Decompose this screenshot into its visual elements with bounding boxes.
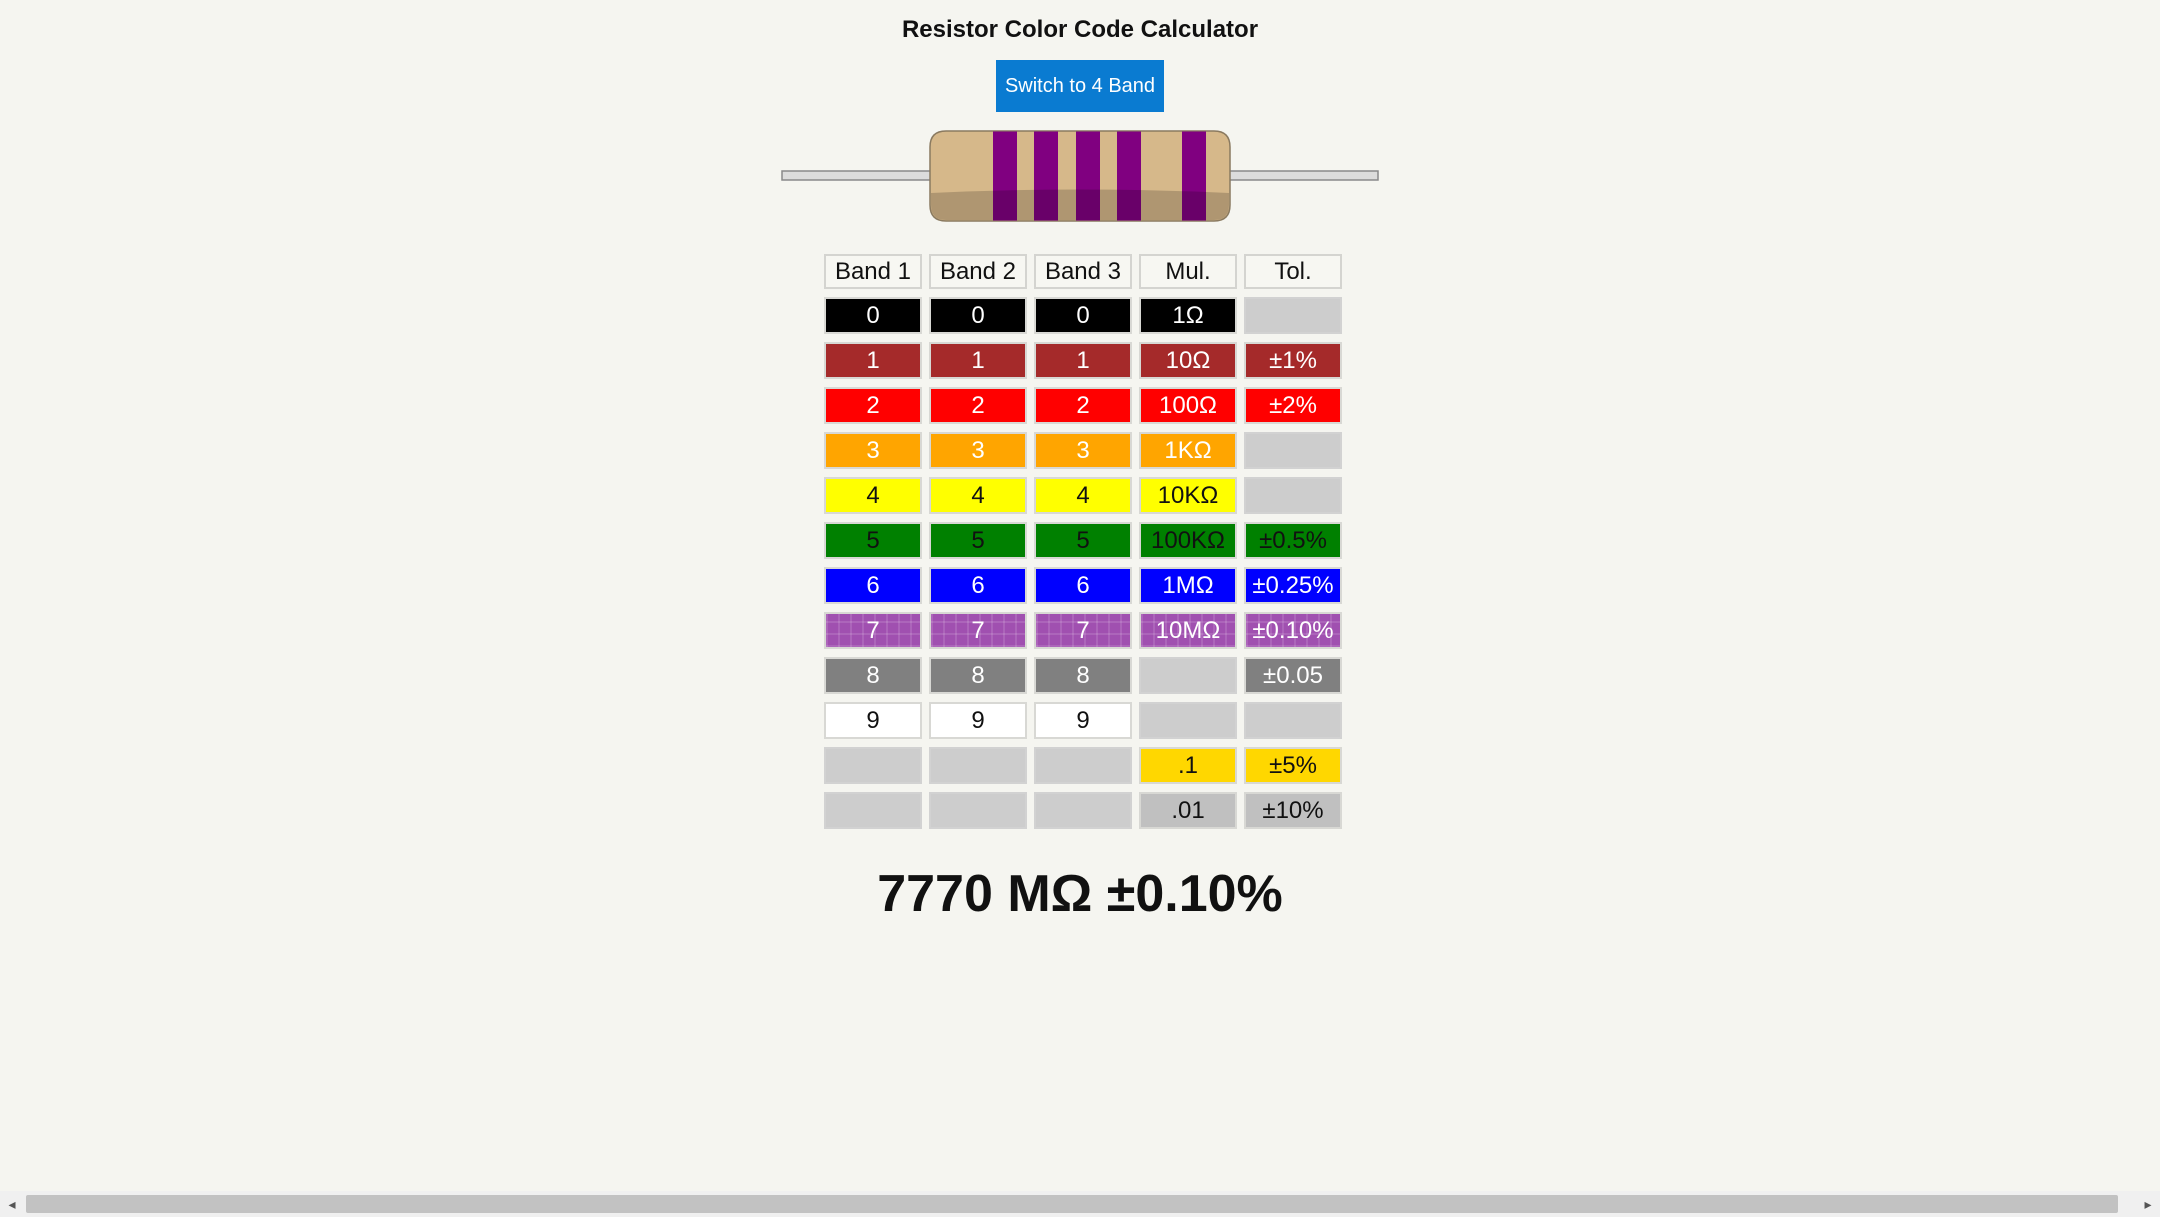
band-3-header: Band 3 (1034, 254, 1132, 289)
table-row: 0 0 0 1Ω (824, 297, 1342, 334)
band-1-empty-cell (824, 747, 922, 784)
band-3-option[interactable]: 0 (1034, 297, 1132, 334)
scroll-left-icon[interactable]: ◂ (0, 1191, 24, 1217)
table-row: 7 7 7 10MΩ ±0.10% (824, 612, 1342, 649)
band-1-option[interactable]: 7 (824, 612, 922, 649)
band-2-option[interactable]: 5 (929, 522, 1027, 559)
tolerance-option[interactable]: ±5% (1244, 747, 1342, 784)
switch-band-mode-button[interactable]: Switch to 4 Band (996, 60, 1164, 112)
band-2-option[interactable]: 1 (929, 342, 1027, 379)
band-2-option[interactable]: 0 (929, 297, 1027, 334)
multiplier-empty-cell (1139, 702, 1237, 739)
horizontal-scrollbar[interactable]: ◂ ▸ (0, 1191, 2160, 1217)
color-band-table: Band 1 Band 2 Band 3 Mul. Tol. 0 0 0 1Ω 1 1 1 1… (817, 246, 1349, 837)
band-2-empty-cell (929, 792, 1027, 829)
table-row: 3 3 3 1KΩ (824, 432, 1342, 469)
table-row: 999 (824, 702, 1342, 739)
band-3-empty-cell (1034, 747, 1132, 784)
band-2-option[interactable]: 7 (929, 612, 1027, 649)
multiplier-option[interactable]: .01 (1139, 792, 1237, 829)
table-row: 2 2 2 100Ω ±2% (824, 387, 1342, 424)
tolerance-empty-cell (1244, 297, 1342, 334)
band-3-option[interactable]: 5 (1034, 522, 1132, 559)
multiplier-option[interactable]: 10KΩ (1139, 477, 1237, 514)
band-3-option[interactable]: 1 (1034, 342, 1132, 379)
scrollbar-thumb[interactable] (26, 1195, 2118, 1213)
multiplier-empty-cell (1139, 657, 1237, 694)
band-2-option[interactable]: 9 (929, 702, 1027, 739)
band-1-option[interactable]: 6 (824, 567, 922, 604)
band-1-option[interactable]: 2 (824, 387, 922, 424)
resistor-diagram (781, 130, 1379, 222)
table-row: .01 ±10% (824, 792, 1342, 829)
tolerance-option[interactable]: ±10% (1244, 792, 1342, 829)
band-2-option[interactable]: 8 (929, 657, 1027, 694)
tolerance-empty-cell (1244, 702, 1342, 739)
band-2-option[interactable]: 2 (929, 387, 1027, 424)
tolerance-option[interactable]: ±2% (1244, 387, 1342, 424)
tolerance-empty-cell (1244, 432, 1342, 469)
multiplier-option[interactable]: 100KΩ (1139, 522, 1237, 559)
scroll-right-icon[interactable]: ▸ (2136, 1191, 2160, 1217)
multiplier-header: Mul. (1139, 254, 1237, 289)
band-3-option[interactable]: 4 (1034, 477, 1132, 514)
multiplier-option[interactable]: 1MΩ (1139, 567, 1237, 604)
table-row: 6 6 6 1MΩ ±0.25% (824, 567, 1342, 604)
band-3-option[interactable]: 3 (1034, 432, 1132, 469)
band-1-option[interactable]: 0 (824, 297, 922, 334)
band-2-option[interactable]: 4 (929, 477, 1027, 514)
band-3-option[interactable]: 7 (1034, 612, 1132, 649)
band-1-option[interactable]: 9 (824, 702, 922, 739)
tolerance-option[interactable]: ±0.05 (1244, 657, 1342, 694)
multiplier-option[interactable]: 1Ω (1139, 297, 1237, 334)
band-1-option[interactable]: 8 (824, 657, 922, 694)
tolerance-option[interactable]: ±1% (1244, 342, 1342, 379)
multiplier-option[interactable]: 10MΩ (1139, 612, 1237, 649)
multiplier-option[interactable]: 10Ω (1139, 342, 1237, 379)
tolerance-option[interactable]: ±0.25% (1244, 567, 1342, 604)
band-2-header: Band 2 (929, 254, 1027, 289)
band-1-option[interactable]: 3 (824, 432, 922, 469)
resistor-lead-right (1227, 170, 1379, 181)
band-1-option[interactable]: 4 (824, 477, 922, 514)
tolerance-header: Tol. (1244, 254, 1342, 289)
tolerance-option[interactable]: ±0.10% (1244, 612, 1342, 649)
band-3-empty-cell (1034, 792, 1132, 829)
table-row: 8 8 8 ±0.05 (824, 657, 1342, 694)
band-1-option[interactable]: 1 (824, 342, 922, 379)
band-1-header: Band 1 (824, 254, 922, 289)
resistance-result: 7770 MΩ ±0.10% (877, 865, 1283, 923)
resistor-lead-left (781, 170, 933, 181)
tolerance-empty-cell (1244, 477, 1342, 514)
table-row: 4 4 4 10KΩ (824, 477, 1342, 514)
multiplier-option[interactable]: 100Ω (1139, 387, 1237, 424)
band-2-empty-cell (929, 747, 1027, 784)
table-row: 5 5 5 100KΩ ±0.5% (824, 522, 1342, 559)
band-3-option[interactable]: 6 (1034, 567, 1132, 604)
band-1-option[interactable]: 5 (824, 522, 922, 559)
band-1-empty-cell (824, 792, 922, 829)
multiplier-option[interactable]: 1KΩ (1139, 432, 1237, 469)
resistor-shadow (931, 189, 1229, 220)
multiplier-option[interactable]: .1 (1139, 747, 1237, 784)
table-row: 1 1 1 10Ω ±1% (824, 342, 1342, 379)
tolerance-option[interactable]: ±0.5% (1244, 522, 1342, 559)
band-2-option[interactable]: 3 (929, 432, 1027, 469)
page-title: Resistor Color Code Calculator (901, 16, 1259, 43)
band-3-option[interactable]: 2 (1034, 387, 1132, 424)
table-row: .1 ±5% (824, 747, 1342, 784)
band-3-option[interactable]: 9 (1034, 702, 1132, 739)
band-2-option[interactable]: 6 (929, 567, 1027, 604)
band-3-option[interactable]: 8 (1034, 657, 1132, 694)
band-header-row: Band 1 Band 2 Band 3 Mul. Tol. (824, 254, 1342, 289)
